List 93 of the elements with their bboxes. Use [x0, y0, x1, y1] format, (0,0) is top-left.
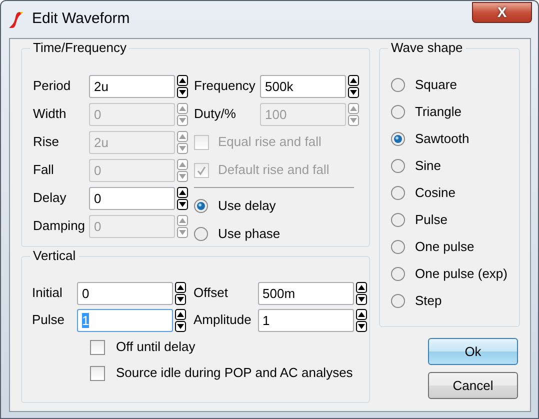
spin-down-button[interactable] — [177, 86, 188, 98]
radio-button[interactable] — [391, 267, 405, 281]
spin-up-button[interactable] — [175, 308, 186, 320]
radio-label: Step — [415, 292, 442, 310]
spin-up-button[interactable] — [177, 186, 188, 198]
input-field[interactable]: 0 — [77, 282, 173, 304]
field-label: Pulse — [32, 311, 66, 329]
spin-up-button[interactable] — [175, 282, 186, 292]
radio-label: One pulse (exp) — [415, 265, 508, 284]
check-icon — [195, 164, 208, 176]
down-triangle-icon — [177, 226, 188, 238]
field-label: Width — [33, 105, 68, 123]
spin-down-button[interactable] — [356, 320, 366, 332]
checkbox-label: Source idle during POP and AC analyses — [116, 364, 353, 382]
checkbox[interactable] — [90, 366, 105, 380]
radio-button[interactable] — [194, 227, 208, 241]
radio-label: One pulse — [415, 238, 474, 256]
radio-label: Sine — [415, 157, 442, 176]
down-triangle-icon — [175, 320, 186, 332]
up-triangle-icon — [177, 186, 188, 198]
radio-label: Pulse — [415, 211, 448, 230]
radio-button[interactable] — [194, 199, 208, 213]
group-title: Time/Frequency — [30, 40, 130, 56]
radio-button[interactable] — [391, 78, 405, 92]
input-field[interactable]: 500m — [258, 282, 354, 304]
radio-button[interactable] — [391, 294, 405, 308]
checkbox[interactable] — [90, 340, 105, 354]
input-field[interactable]: 0 — [89, 186, 175, 210]
input-field[interactable]: 1 — [258, 308, 354, 332]
spin-down-button[interactable] — [348, 86, 359, 98]
radio-label: Use phase — [218, 225, 280, 244]
checkbox-label: Default rise and fall — [218, 161, 330, 180]
up-triangle-icon — [177, 102, 188, 114]
input-field[interactable]: 2u — [89, 74, 175, 98]
spin-down-button[interactable] — [175, 320, 186, 332]
up-triangle-icon — [356, 282, 366, 292]
radio-label: Sawtooth — [415, 130, 470, 148]
field-label: Offset — [194, 284, 229, 302]
field-label: Fall — [33, 161, 55, 179]
dialog-button[interactable]: Ok — [428, 338, 518, 365]
app-logo-icon — [8, 10, 24, 28]
down-triangle-icon — [356, 294, 366, 304]
up-triangle-icon — [177, 130, 188, 142]
spin-down-button[interactable] — [356, 294, 366, 304]
up-triangle-icon — [348, 102, 359, 114]
field-label: Duty/% — [194, 105, 237, 123]
radio-button[interactable] — [391, 240, 405, 254]
up-triangle-icon — [177, 74, 188, 86]
spin-up-button[interactable] — [356, 308, 366, 320]
spin-down-button[interactable] — [177, 198, 188, 210]
spin-up-button[interactable] — [356, 282, 366, 292]
up-triangle-icon — [177, 214, 188, 226]
field-label: Amplitude — [194, 311, 252, 329]
window-title: Edit Waveform — [32, 9, 130, 30]
up-triangle-icon — [356, 308, 366, 320]
down-triangle-icon — [177, 170, 188, 182]
field-label: Rise — [33, 133, 60, 151]
radio-label: Use delay — [218, 197, 276, 216]
field-label: Frequency — [194, 77, 256, 95]
radio-button[interactable] — [391, 132, 405, 146]
down-triangle-icon — [177, 142, 188, 154]
field-label: Delay — [33, 189, 68, 207]
radio-button[interactable] — [391, 213, 405, 227]
up-triangle-icon — [177, 158, 188, 170]
radio-label: Cosine — [415, 184, 456, 202]
spin-up-button[interactable] — [348, 74, 359, 86]
radio-button[interactable] — [391, 159, 405, 173]
down-triangle-icon — [356, 320, 366, 332]
radio-button[interactable] — [391, 105, 405, 119]
up-triangle-icon — [348, 74, 359, 86]
down-triangle-icon — [177, 198, 188, 210]
down-triangle-icon — [177, 114, 188, 126]
radio-label: Triangle — [415, 103, 462, 122]
field-label: Damping — [33, 217, 86, 235]
radio-label: Square — [415, 76, 457, 94]
up-triangle-icon — [175, 308, 186, 320]
up-triangle-icon — [175, 282, 186, 292]
spin-up-button[interactable] — [177, 74, 188, 86]
field-label: Period — [33, 77, 72, 95]
dialog-button[interactable]: Cancel — [428, 372, 518, 399]
group-title: Wave shape — [388, 40, 466, 56]
radio-button[interactable] — [391, 186, 405, 200]
field-label: Initial — [32, 284, 64, 302]
checkbox-label: Off until delay — [116, 338, 196, 356]
spin-down-button[interactable] — [175, 294, 186, 304]
down-triangle-icon — [348, 114, 359, 126]
down-triangle-icon — [175, 294, 186, 304]
down-triangle-icon — [177, 86, 188, 98]
down-triangle-icon — [348, 86, 359, 98]
input-field[interactable]: 500k — [260, 74, 346, 98]
close-button[interactable]: X — [472, 2, 532, 23]
checkbox-label: Equal rise and fall — [218, 133, 322, 152]
selected-text: 1 — [82, 312, 90, 328]
